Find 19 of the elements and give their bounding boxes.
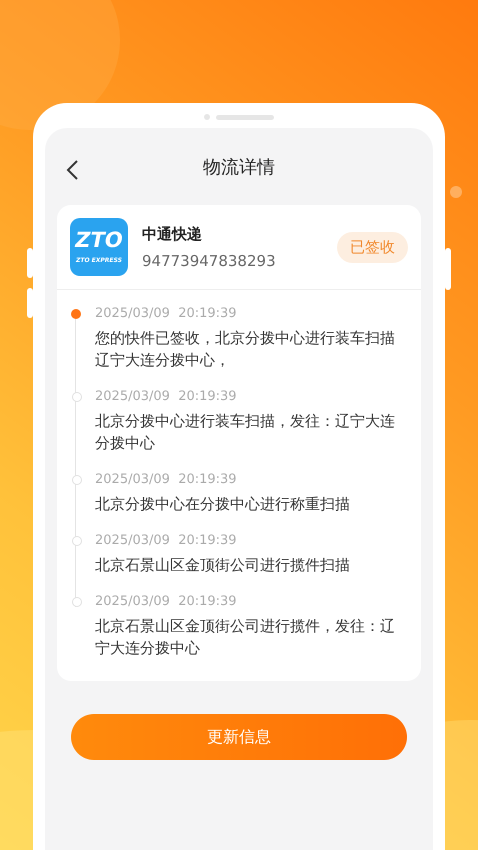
camera-dot [204, 114, 210, 120]
event-text: 北京石景山区金顶街公司进行揽件，发往：辽宁大连分拨中心 [95, 616, 396, 659]
back-icon[interactable] [65, 159, 79, 181]
logo-text: ZTO [75, 230, 123, 251]
status-badge: 已签收 [337, 232, 408, 262]
event-time: 2025/03/09 20:19:39 [95, 533, 238, 548]
speaker-bar [216, 114, 274, 120]
event-text: 北京分拨中心进行装车扫描，发往：辽宁大连分拨中心 [95, 411, 396, 454]
event-text: 北京分拨中心在分拨中心进行称重扫描 [95, 494, 351, 515]
tracking-number: 94773947838293 [142, 252, 277, 270]
event-text: 北京石景山区金顶街公司进行揽件扫描 [95, 555, 351, 576]
event-time: 2025/03/09 20:19:39 [95, 389, 238, 404]
event-time: 2025/03/09 20:19:39 [95, 306, 238, 321]
update-button[interactable]: 更新信息 [71, 714, 407, 760]
event-text: 您的快件已签收，北京分拨中心进行装车扫描辽宁大连分拨中心， [95, 328, 396, 371]
event-time: 2025/03/09 20:19:39 [95, 472, 238, 487]
event-time: 2025/03/09 20:19:39 [95, 594, 238, 609]
page-title: 物流详情 [203, 156, 275, 178]
courier-name: 中通快递 [142, 224, 203, 244]
